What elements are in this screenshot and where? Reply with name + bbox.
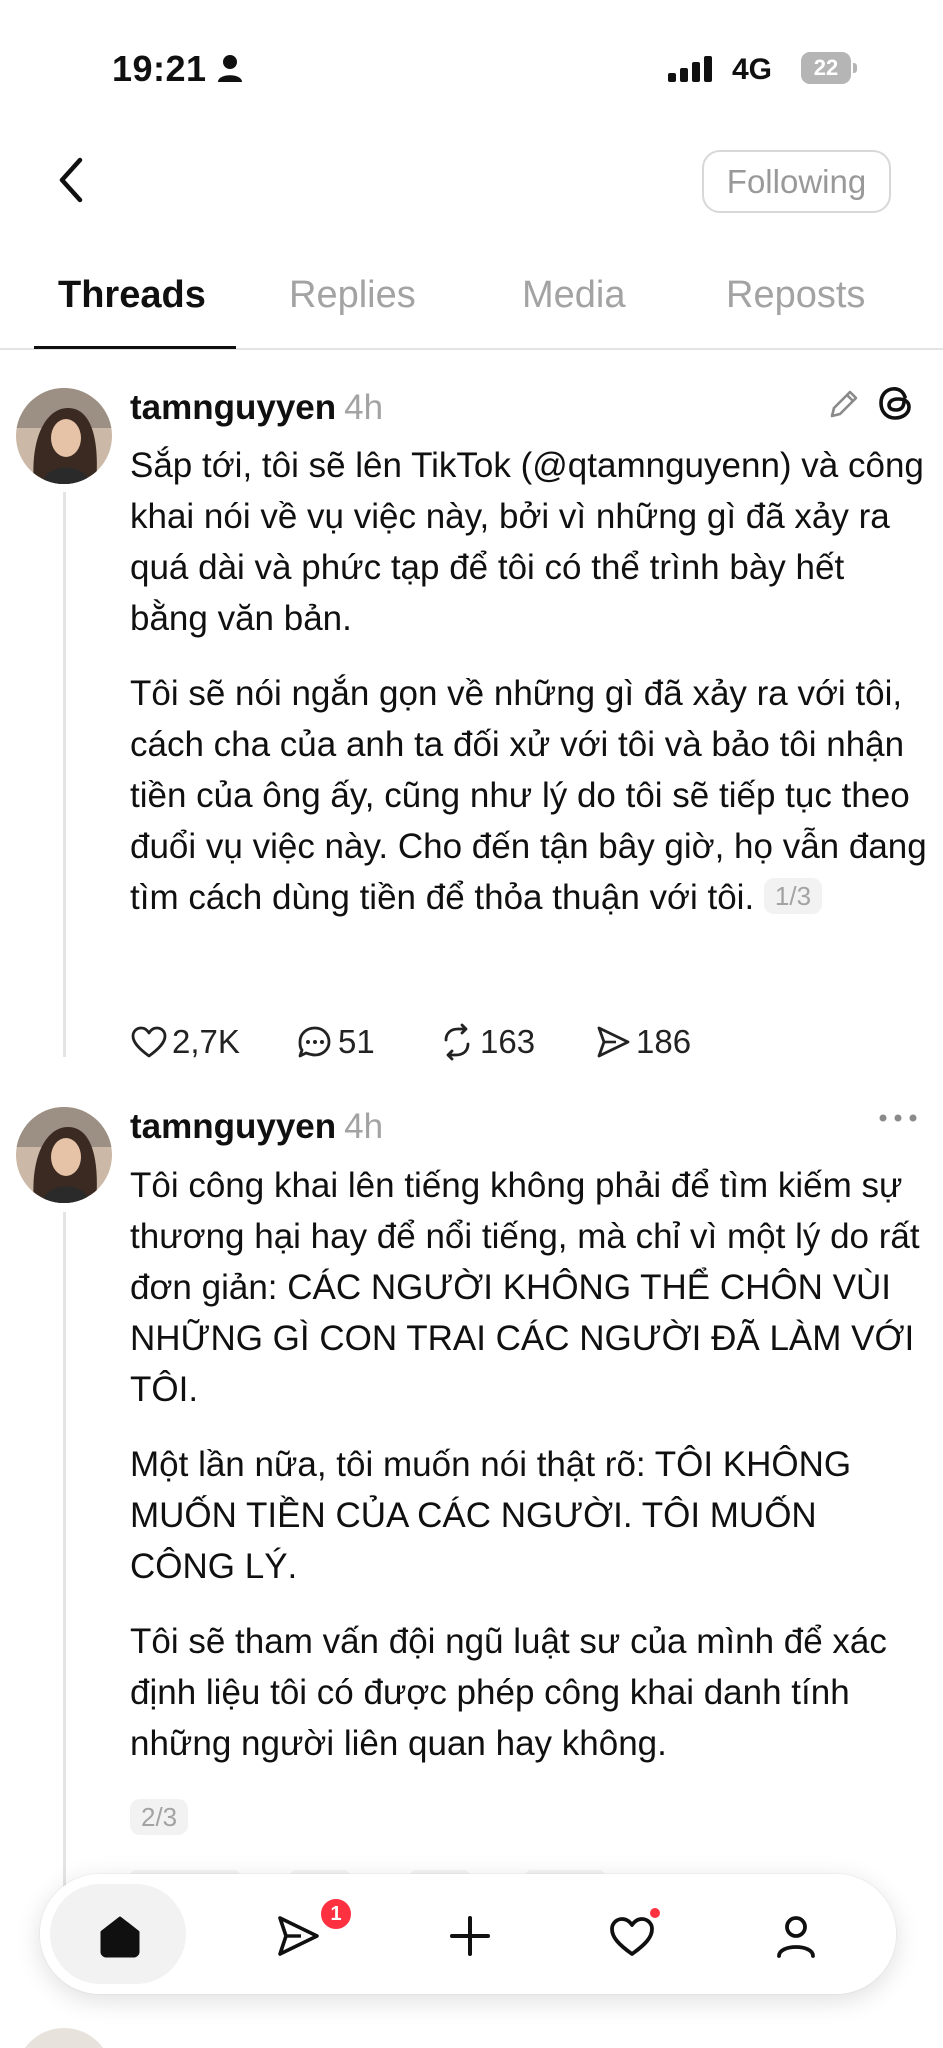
avatar[interactable] bbox=[16, 2028, 112, 2048]
profile-tabs: Threads Replies Media Reposts bbox=[0, 262, 943, 350]
post-paragraph: Sắp tới, tôi sẽ lên TikTok (@qtamnguyenn… bbox=[130, 446, 924, 638]
network-type: 4G bbox=[732, 53, 773, 86]
tab-replies[interactable]: Replies bbox=[289, 274, 416, 317]
heart-icon bbox=[131, 1026, 167, 1058]
thread-connector-line bbox=[63, 492, 66, 1057]
thread-connector-line bbox=[63, 1212, 66, 1912]
more-options-icon[interactable] bbox=[876, 1111, 920, 1125]
post-body: Tôi công khai lên tiếng không phải để tì… bbox=[130, 1160, 930, 1844]
post-paragraph: Tôi sẽ nói ngắn gọn về những gì đã xảy r… bbox=[130, 668, 930, 923]
cellular-signal-icon bbox=[668, 56, 712, 82]
status-time: 19:21 bbox=[112, 48, 207, 89]
battery-level: 22 bbox=[813, 55, 839, 80]
thread-page-indicator: 1/3 bbox=[763, 878, 823, 914]
username-text[interactable]: tamnguyyen bbox=[130, 1107, 336, 1146]
status-bar: 19:21 4G 22 bbox=[0, 0, 943, 140]
post-paragraph: Tôi công khai lên tiếng không phải để tì… bbox=[130, 1166, 920, 1409]
send-icon bbox=[597, 1026, 630, 1058]
post-timestamp: 4h bbox=[344, 1107, 384, 1146]
nav-profile[interactable] bbox=[734, 1874, 854, 1994]
tab-threads[interactable]: Threads bbox=[58, 274, 206, 317]
like-count: 2,7K bbox=[172, 1023, 240, 1060]
profile-icon bbox=[777, 1916, 815, 1958]
repost-icon bbox=[444, 1023, 470, 1061]
heart-icon bbox=[610, 1917, 654, 1956]
comment-count: 51 bbox=[338, 1023, 375, 1060]
active-tab-indicator bbox=[34, 346, 236, 349]
threads-profile-screen: 19:21 4G 22 Following Threads Replies Me… bbox=[0, 0, 943, 2048]
following-button[interactable]: Following bbox=[702, 150, 891, 213]
plus-icon bbox=[450, 1916, 490, 1956]
send-icon bbox=[278, 1916, 319, 1956]
post-paragraph: Tôi sẽ tham vấn đội ngũ luật sư của mình… bbox=[130, 1622, 887, 1763]
home-icon bbox=[100, 1916, 140, 1958]
nav-create[interactable] bbox=[408, 1874, 528, 1994]
tab-reposts[interactable]: Reposts bbox=[726, 274, 865, 317]
tab-media[interactable]: Media bbox=[522, 274, 626, 317]
comment-button[interactable]: 51 bbox=[296, 1020, 375, 1064]
post-timestamp: 4h bbox=[344, 388, 384, 427]
thread-page-indicator: 2/3 bbox=[130, 1799, 189, 1835]
post-username[interactable]: tamnguyyen 4h bbox=[130, 1107, 383, 1147]
avatar[interactable] bbox=[16, 1107, 112, 1203]
username-text[interactable]: tamnguyyen bbox=[130, 388, 336, 427]
comment-bubble-icon bbox=[298, 1026, 331, 1058]
like-button[interactable]: 2,7K bbox=[130, 1020, 240, 1064]
back-chevron-icon[interactable] bbox=[48, 150, 96, 210]
share-button[interactable]: 186 bbox=[594, 1020, 691, 1064]
repost-button[interactable]: 163 bbox=[438, 1020, 535, 1064]
threads-logo-icon bbox=[879, 387, 911, 420]
repost-count: 163 bbox=[480, 1023, 536, 1060]
share-count: 186 bbox=[636, 1023, 692, 1060]
pencil-edit-icon[interactable] bbox=[826, 386, 862, 422]
post-paragraph: Một lần nữa, tôi muốn nói thật rõ: TÔI K… bbox=[130, 1445, 852, 1586]
bottom-navigation-bar: 1 bbox=[40, 1874, 896, 1994]
notification-badge: 1 bbox=[318, 1896, 354, 1932]
avatar[interactable] bbox=[16, 388, 112, 484]
nav-activity[interactable] bbox=[570, 1874, 690, 1994]
activity-dot bbox=[648, 1906, 662, 1920]
post-body: Sắp tới, tôi sẽ lên TikTok (@qtamnguyenn… bbox=[130, 440, 930, 947]
post-actions: 2,7K 51 163 186 bbox=[130, 1020, 830, 1064]
nav-messages[interactable] bbox=[236, 1874, 356, 1994]
battery-icon: 22 bbox=[801, 52, 857, 84]
post-username[interactable]: tamnguyyen 4h bbox=[130, 388, 383, 428]
nav-home[interactable] bbox=[58, 1874, 178, 1994]
person-icon bbox=[218, 55, 242, 82]
